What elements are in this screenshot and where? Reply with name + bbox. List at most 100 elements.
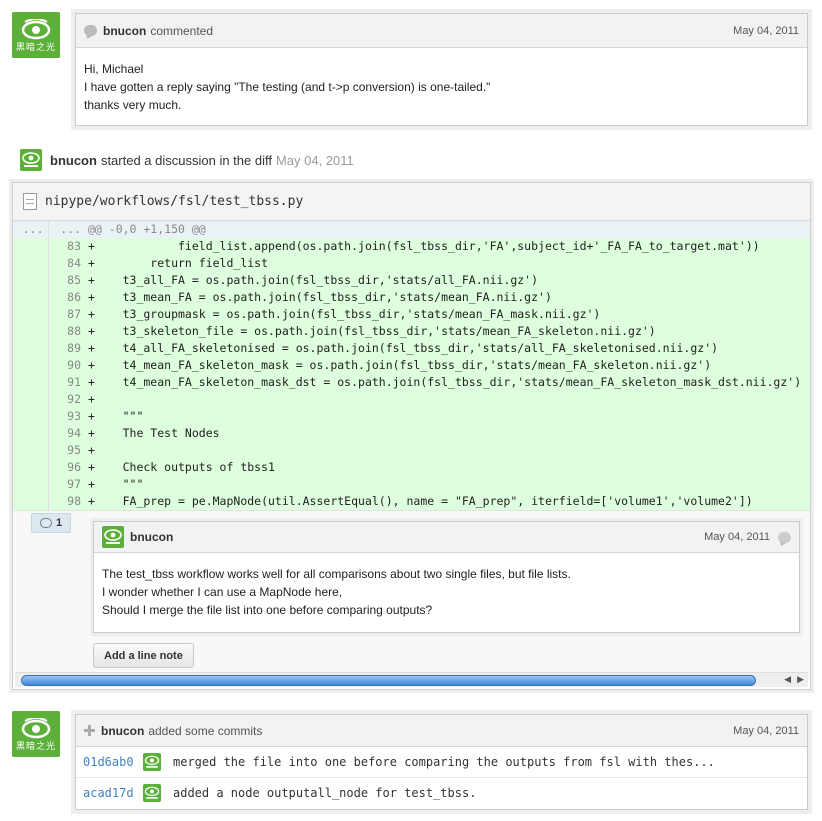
old-line-number[interactable] (13, 340, 49, 357)
comment: bnucon commented May 04, 2011 Hi, Michae… (75, 13, 808, 126)
old-line-number[interactable] (13, 459, 49, 476)
commits-header: bnucon added some commits May 04, 2011 (76, 715, 807, 747)
new-line-number[interactable]: 83 (48, 238, 86, 255)
new-line-number[interactable]: 87 (48, 306, 86, 323)
diff-table: ... ... @@ -0,0 +1,150 @@ 83 + field_list… (13, 221, 810, 510)
inline-note-area: 1 bnucon May 04, 2011 The test_tbss work… (13, 510, 810, 680)
new-line-number[interactable]: 96 (48, 459, 86, 476)
old-line-number[interactable] (13, 476, 49, 493)
diff-code: + (86, 391, 810, 408)
old-line-number[interactable] (13, 306, 49, 323)
commit-sha[interactable]: 01d6ab0 (83, 755, 141, 769)
new-line-number[interactable]: 85 (48, 272, 86, 289)
new-line-number[interactable]: 84 (48, 255, 86, 272)
discussion-author[interactable]: bnucon (50, 153, 97, 168)
comment-line: I have gotten a reply saying "The testin… (84, 80, 491, 94)
new-line-number[interactable]: 90 (48, 357, 86, 374)
diff-code: + t3_all_FA = os.path.join(fsl_tbss_dir,… (86, 272, 810, 289)
comment-body: The test_tbss workflow works well for al… (94, 553, 799, 631)
comment-line: I wonder whether I can use a MapNode her… (102, 585, 343, 599)
comment-icon (778, 531, 791, 543)
diff-line: 83 + field_list.append(os.path.join(fsl_t… (13, 238, 810, 255)
old-line-number[interactable] (13, 408, 49, 425)
new-line-number[interactable]: 94 (48, 425, 86, 442)
old-line-number[interactable] (13, 374, 49, 391)
small-avatar[interactable] (143, 783, 161, 802)
comment-line: The test_tbss workflow works well for al… (102, 567, 571, 581)
discussion-date[interactable]: May 04, 2011 (276, 153, 354, 168)
small-avatar[interactable] (143, 753, 161, 771)
old-line-number[interactable] (13, 238, 49, 255)
diff-code: + t4_mean_FA_skeleton_mask = os.path.joi… (86, 357, 810, 374)
new-line-number[interactable]: 91 (48, 374, 86, 391)
avatar[interactable]: 黑暗之光 (12, 12, 60, 58)
comment-action: commented (150, 23, 214, 38)
old-line-number[interactable] (13, 391, 49, 408)
scroll-right-icon[interactable]: ▶ (797, 674, 804, 685)
old-line-number[interactable]: ... (13, 221, 49, 238)
new-line-number[interactable]: 86 (48, 289, 86, 306)
comment-line: Hi, Michael (84, 62, 144, 76)
old-line-number[interactable] (13, 272, 49, 289)
old-line-number[interactable] (13, 323, 49, 340)
commits-author[interactable]: bnucon (101, 724, 144, 738)
commits-action: added some commits (148, 723, 263, 738)
hunk-row: ... ... @@ -0,0 +1,150 @@ (13, 221, 810, 238)
comment-date[interactable]: May 04, 2011 (704, 531, 770, 543)
diff-line: 89 + t4_all_FA_skeletonised = os.path.joi… (13, 340, 810, 357)
avatar[interactable]: 黑暗之光 (12, 711, 60, 757)
old-line-number[interactable] (13, 442, 49, 459)
diff-line: 93 + """ (13, 408, 810, 425)
commit-sha[interactable]: acad17d (83, 786, 141, 800)
add-line-note-button[interactable]: Add a line note (93, 643, 194, 668)
new-line-number[interactable]: 97 (48, 476, 86, 493)
diff-line: 91 + t4_mean_FA_skeleton_mask_dst = os.pa… (13, 374, 810, 391)
new-line-number[interactable]: 88 (48, 323, 86, 340)
diff-code: + Check outputs of tbss1 (86, 459, 810, 476)
horizontal-scrollbar[interactable]: ◀ ▶ (15, 672, 808, 687)
diff-line: 92 + (13, 391, 810, 408)
old-line-number[interactable] (13, 255, 49, 272)
diff-code: + t4_mean_FA_skeleton_mask_dst = os.path… (86, 374, 810, 391)
new-line-number[interactable]: 98 (48, 493, 86, 510)
old-line-number[interactable] (13, 357, 49, 374)
commit-row: 01d6ab0 merged the file into one before c… (76, 747, 807, 777)
comment-icon (84, 25, 97, 36)
new-line-number[interactable]: 95 (48, 442, 86, 459)
new-line-number[interactable]: 89 (48, 340, 86, 357)
comment-author[interactable]: bnucon (103, 24, 146, 38)
comment-author[interactable]: bnucon (130, 530, 173, 544)
note-count-badge[interactable]: 1 (31, 513, 71, 533)
diff-line: 88 + t3_skeleton_file = os.path.join(fsl_… (13, 323, 810, 340)
commit-row: acad17d added a node outputall_node for t… (76, 777, 807, 807)
comment-date[interactable]: May 04, 2011 (733, 25, 799, 37)
diff-line: 97 + """ (13, 476, 810, 493)
comment-body: Hi, Michael I have gotten a reply saying… (76, 48, 807, 126)
old-line-number[interactable] (13, 289, 49, 306)
new-line-number[interactable]: ... (48, 221, 86, 238)
scroll-left-icon[interactable]: ◀ (784, 674, 791, 685)
old-line-number[interactable] (13, 493, 49, 510)
new-line-number[interactable]: 93 (48, 408, 86, 425)
new-line-number[interactable]: 92 (48, 391, 86, 408)
eye-logo-icon (21, 717, 51, 738)
commit-list: 01d6ab0 merged the file into one before c… (76, 747, 807, 807)
eye-logo-icon (144, 786, 160, 799)
small-avatar[interactable] (102, 526, 124, 548)
old-line-number[interactable] (13, 425, 49, 442)
commit-message[interactable]: merged the file into one before comparin… (173, 755, 715, 769)
hunk-header: @@ -0,0 +1,150 @@ (86, 221, 810, 238)
inline-comment: bnucon May 04, 2011 The test_tbss workfl… (93, 521, 800, 633)
diff-code: + t3_mean_FA = os.path.join(fsl_tbss_dir… (86, 289, 810, 306)
avatar-text: 黑暗之光 (15, 740, 56, 751)
comment-icon (39, 518, 52, 528)
small-avatar[interactable] (20, 149, 42, 171)
eye-logo-icon (144, 755, 160, 768)
diff-code: + return field_list (86, 255, 810, 272)
diff-line: 98 + FA_prep = pe.MapNode(util.AssertEqua… (13, 493, 810, 510)
scrollbar-thumb[interactable] (21, 675, 756, 686)
commits-date[interactable]: May 04, 2011 (733, 725, 799, 737)
commit-message[interactable]: added a node outputall_node for test_tbs… (173, 786, 476, 800)
file-path[interactable]: nipype/workflows/fsl/test_tbss.py (45, 194, 303, 209)
diff-line: 90 + t4_mean_FA_skeleton_mask = os.path.j… (13, 357, 810, 374)
